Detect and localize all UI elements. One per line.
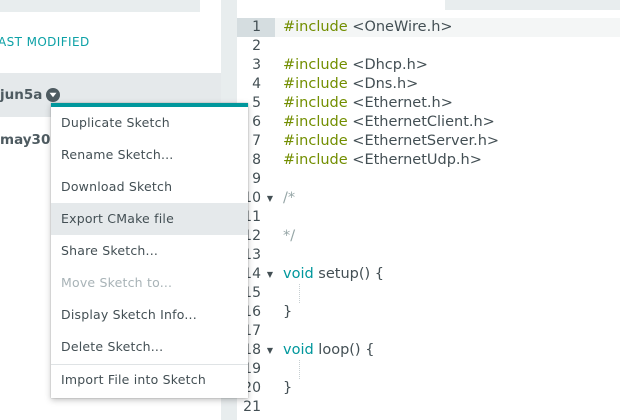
setup-signature: setup() { (313, 266, 384, 282)
code-line (283, 284, 499, 303)
include-target: <Dhcp.h> (347, 57, 428, 73)
include-target: <Ethernet.h> (347, 95, 453, 111)
sidebar-top-bar (0, 0, 200, 12)
include-keyword: #include (283, 76, 348, 92)
code-line: void loop() { (283, 341, 499, 360)
fold-arrow-icon[interactable]: ▼ (267, 265, 273, 284)
code-line: #include <Dns.h> (283, 75, 499, 94)
menu-item-export-cmake[interactable]: Export CMake file (51, 203, 248, 235)
code-editor[interactable]: #include <OneWire.h> #include <Dhcp.h> #… (283, 18, 499, 417)
include-keyword: #include (283, 19, 348, 35)
include-keyword: #include (283, 95, 348, 111)
code-line (283, 360, 499, 379)
chevron-down-icon (49, 92, 57, 98)
code-line: } (283, 303, 499, 322)
include-keyword: #include (283, 57, 348, 73)
closing-brace: } (283, 304, 293, 320)
indent-guide (299, 360, 300, 379)
code-line: } (283, 379, 499, 398)
code-line: #include <Dhcp.h> (283, 56, 499, 75)
menu-item-move-sketch: Move Sketch to... (61, 275, 173, 290)
editor-tab-bar (445, 0, 620, 10)
menu-item-import-file[interactable]: Import File into Sketch (51, 364, 248, 395)
line-number: 2 (252, 38, 261, 54)
menu-item-display-sketch-info[interactable]: Display Sketch Info... (51, 299, 248, 331)
menu-item-download-sketch[interactable]: Download Sketch (51, 171, 248, 203)
include-target: <OneWire.h> (347, 19, 453, 35)
code-line: #include <OneWire.h> (283, 18, 499, 37)
sort-last-modified-label[interactable]: AST MODIFIED (0, 35, 90, 49)
code-line: void setup() { (283, 265, 499, 284)
code-line: /* (283, 189, 499, 208)
closing-brace: } (283, 380, 293, 396)
include-keyword: #include (283, 114, 348, 130)
code-line: #include <EthernetClient.h> (283, 113, 499, 132)
indent-guide (299, 284, 300, 303)
include-keyword: #include (283, 133, 348, 149)
line-number: 1 (237, 18, 275, 37)
code-line: #include <EthernetUdp.h> (283, 151, 499, 170)
menu-item-share-sketch[interactable]: Share Sketch... (51, 235, 248, 267)
include-keyword: #include (283, 152, 348, 168)
code-line: #include <EthernetServer.h> (283, 132, 499, 151)
include-target: <EthernetServer.h> (347, 133, 500, 149)
code-line: #include <Ethernet.h> (283, 94, 499, 113)
sketch-name: jun5a (0, 87, 43, 103)
code-line: */ (283, 227, 499, 246)
sketch-options-menu: Duplicate Sketch Rename Sketch... Downlo… (51, 103, 248, 398)
include-target: <EthernetUdp.h> (347, 152, 482, 168)
line-number: 4 (252, 76, 261, 92)
line-number: 21 (243, 399, 261, 415)
menu-item-rename-sketch[interactable]: Rename Sketch... (51, 139, 248, 171)
comment-open: /* (283, 190, 296, 206)
include-target: <Dns.h> (347, 76, 419, 92)
void-keyword: void (283, 342, 314, 358)
include-target: <EthernetClient.h> (347, 114, 495, 130)
loop-signature: loop() { (313, 342, 375, 358)
fold-arrow-icon[interactable]: ▼ (267, 341, 273, 360)
menu-item-delete-sketch[interactable]: Delete Sketch... (51, 331, 248, 363)
line-number: 3 (252, 57, 261, 73)
sketch-options-chevron-icon[interactable] (46, 88, 60, 102)
menu-item-duplicate-sketch[interactable]: Duplicate Sketch (51, 107, 248, 139)
comment-close: */ (283, 228, 296, 244)
void-keyword: void (283, 266, 314, 282)
fold-arrow-icon[interactable]: ▼ (267, 189, 273, 208)
